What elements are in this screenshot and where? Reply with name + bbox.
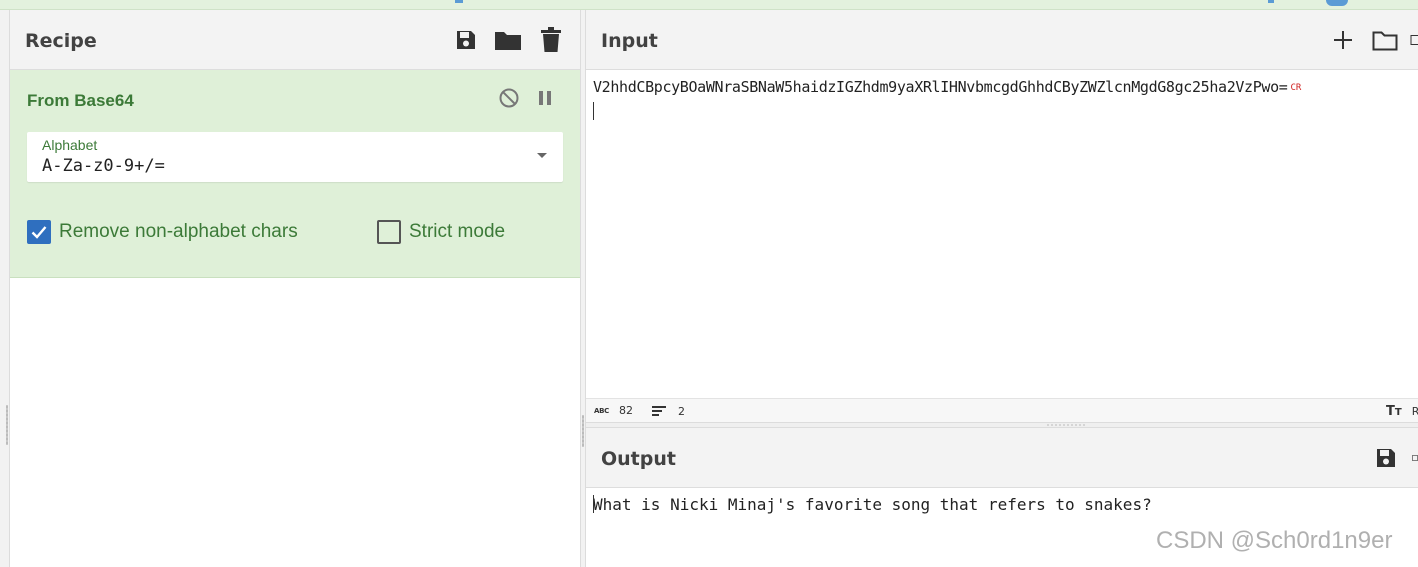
char-count-value: 82: [619, 404, 633, 417]
input-status-bar: ABC 82 2 TT R: [586, 398, 1418, 422]
operation-title: From Base64: [27, 91, 134, 110]
font-size-toggle[interactable]: TT R: [1386, 404, 1418, 419]
copy-output-icon[interactable]: [1412, 444, 1418, 472]
settings-gear-icon[interactable]: [1326, 0, 1348, 6]
abc-length-icon: ABC: [594, 406, 609, 415]
remove-non-alphabet-checkbox[interactable]: Remove non-alphabet chars: [27, 220, 298, 244]
output-text-cursor: [593, 495, 594, 513]
status-right-label: R: [1411, 405, 1418, 418]
output-title: Output: [601, 448, 676, 470]
alphabet-select[interactable]: Alphabet A-Za-z0-9+/=: [27, 132, 563, 182]
input-title: Input: [601, 30, 658, 52]
lines-icon: [652, 404, 666, 418]
resize-handle-left[interactable]: [6, 405, 8, 445]
clear-recipe-trash-icon[interactable]: [537, 26, 565, 54]
top-strip: [0, 0, 1418, 10]
output-textarea[interactable]: What is Nicki Minaj's favorite song that…: [593, 495, 1152, 514]
horizontal-splitter-grip[interactable]: [1046, 424, 1086, 426]
open-input-file-icon[interactable]: [1410, 26, 1418, 54]
remove-non-alphabet-label: Remove non-alphabet chars: [59, 221, 298, 242]
add-input-tab-plus-icon[interactable]: [1329, 26, 1357, 54]
strict-mode-checkbox[interactable]: Strict mode: [377, 220, 505, 244]
recipe-panel: Recipe From Base64 Alphabet A-Za-z0-9+/=: [10, 10, 580, 567]
open-input-folder-icon[interactable]: [1371, 26, 1399, 54]
line-count-value: 2: [678, 404, 685, 418]
char-count-stat: ABC 82: [594, 404, 633, 417]
line-count-stat: 2: [652, 404, 685, 418]
input-text-cursor: [593, 102, 594, 120]
top-strip-mark: [1268, 0, 1274, 3]
input-text-content: V2hhdCBpcyBOaWNraSBNaW5haidzIGZhdm9yaXRl…: [593, 78, 1288, 96]
line-end-cr-marker: CR: [1290, 82, 1302, 93]
input-textarea[interactable]: V2hhdCBpcyBOaWNraSBNaW5haidzIGZhdm9yaXRl…: [593, 78, 1301, 96]
vertical-splitter-grip[interactable]: [582, 415, 584, 447]
checkbox-checked-icon: [27, 220, 51, 244]
output-header: Output: [586, 428, 1418, 488]
recipe-header: Recipe: [10, 10, 580, 70]
text-size-icon: TT: [1386, 404, 1402, 419]
top-strip-mark: [455, 0, 463, 3]
left-edge-panel: [0, 10, 10, 567]
save-output-icon[interactable]: [1372, 444, 1400, 472]
pause-breakpoint-icon[interactable]: [533, 86, 557, 110]
load-recipe-folder-icon[interactable]: [494, 26, 522, 54]
strict-mode-label: Strict mode: [409, 221, 506, 242]
watermark: CSDN @Sch0rd1n9er: [1156, 527, 1393, 554]
input-panel: Input V2hhdCBpcyBOaWNraSBNaW5haidzIGZhdm…: [586, 10, 1418, 422]
operation-from-base64[interactable]: From Base64 Alphabet A-Za-z0-9+/= Remove…: [10, 70, 580, 278]
disable-operation-icon[interactable]: [497, 86, 521, 110]
alphabet-label: Alphabet: [42, 137, 98, 153]
recipe-title: Recipe: [25, 30, 97, 52]
alphabet-value: A-Za-z0-9+/=: [42, 156, 165, 176]
chevron-down-icon: [537, 153, 547, 158]
input-header: Input: [586, 10, 1418, 70]
checkbox-unchecked-icon: [377, 220, 401, 244]
save-recipe-icon[interactable]: [452, 26, 480, 54]
